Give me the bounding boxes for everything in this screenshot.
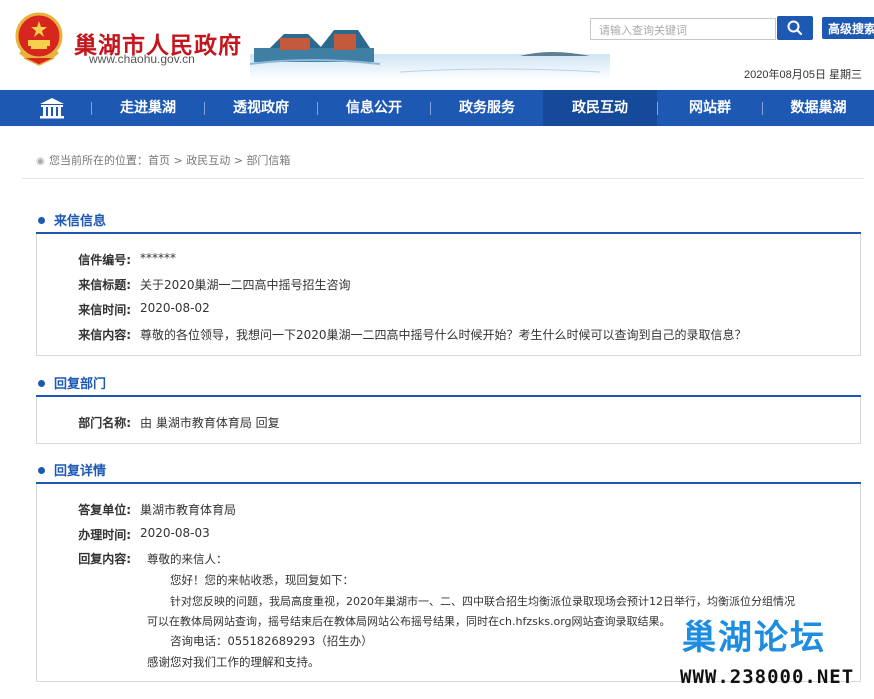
- breadcrumb: ◉ 您当前所在的位置：首页 > 政民互动 > 部门信箱: [36, 152, 290, 168]
- nav-item-services[interactable]: 政务服务: [431, 90, 543, 126]
- breadcrumb-home[interactable]: 首页: [148, 154, 170, 167]
- nav-item-info-public[interactable]: 信息公开: [318, 90, 430, 126]
- letter-time-value: 2020-08-02: [140, 301, 210, 315]
- current-date: 2020年08月05日 星期三: [744, 69, 862, 81]
- breadcrumb-separator: >: [170, 154, 187, 167]
- bullet-icon: [38, 467, 45, 474]
- breadcrumb-prefix: 您当前所在的位置：: [49, 154, 148, 167]
- letter-title-value: 关于2020巢湖一二四高中摇号招生咨询: [140, 278, 351, 292]
- breadcrumb-separator: >: [230, 154, 247, 167]
- letter-title-label: 来信标题:: [78, 278, 131, 292]
- lake-scenery-banner: [250, 30, 610, 80]
- advanced-search-button[interactable]: 高级搜索: [822, 17, 874, 39]
- reply-body-line-1: 针对您反映的问题，我局高度重视，2020年巢湖市一、二、四中联合招生均衡派位录取…: [170, 595, 795, 608]
- reply-time-value: 2020-08-03: [140, 526, 210, 540]
- national-emblem-icon: [15, 12, 63, 66]
- reply-salutation: 尊敬的来信人：: [147, 552, 228, 566]
- nav-item-interaction[interactable]: 政民互动: [543, 90, 657, 126]
- reply-greeting: 您好！您的来帖收悉，现回复如下：: [170, 573, 354, 587]
- breadcrumb-interaction[interactable]: 政民互动: [186, 154, 230, 167]
- bullet-icon: [38, 217, 45, 224]
- home-building-icon[interactable]: [38, 96, 66, 120]
- letter-content-label: 来信内容:: [78, 328, 131, 342]
- nav-item-data[interactable]: 数据巢湖: [763, 90, 874, 126]
- reply-time-label: 办理时间:: [78, 528, 131, 542]
- watermark-forum-name: 巢湖论坛: [682, 618, 826, 658]
- letter-number-value: ******: [140, 251, 176, 265]
- reply-body-line-2: 可以在教体局网站查询，摇号结束后在教体局网站公布摇号结果，同时在ch.hfzsk…: [147, 615, 671, 628]
- letter-content-value: 尊敬的各位领导，我想问一下2020巢湖一二四高中摇号什么时候开始？考生什么时候可…: [140, 328, 747, 342]
- reply-content-label: 回复内容:: [78, 552, 131, 566]
- site-url: www.chaohu.gov.cn: [89, 52, 195, 66]
- dept-name-label: 部门名称:: [78, 416, 131, 430]
- nav-item-site-group[interactable]: 网站群: [658, 90, 762, 126]
- section-title-letter-info: 来信信息: [38, 210, 106, 229]
- reply-unit-value: 巢湖市教育体育局: [140, 503, 237, 517]
- watermark-url: WWW.238000.NET: [680, 666, 855, 688]
- bullet-icon: [38, 380, 45, 387]
- search-input[interactable]: 请输入查询关键词: [590, 18, 776, 40]
- breadcrumb-dept-mailbox[interactable]: 部门信箱: [246, 154, 290, 167]
- section-title-reply-detail: 回复详情: [38, 460, 106, 479]
- search-button[interactable]: [777, 16, 813, 40]
- letter-number-label: 信件编号:: [78, 253, 131, 267]
- search-icon: [787, 20, 803, 36]
- reply-unit-label: 答复单位:: [78, 503, 131, 517]
- reply-closing: 感谢您对我们工作的理解和支持。: [147, 655, 320, 669]
- reply-phone: 咨询电话：05518268929​3（招生办）: [170, 634, 373, 648]
- location-pin-icon: ◉: [36, 156, 45, 167]
- main-nav: 走进巢湖 透视政府 信息公开 政务服务 政民互动 网站群 数据巢湖: [0, 90, 874, 126]
- letter-time-label: 来信时间:: [78, 303, 131, 317]
- dept-name-value: 由 巢湖市教育体育局 回复: [140, 416, 280, 430]
- nav-item-about[interactable]: 走进巢湖: [92, 90, 204, 126]
- site-header: 巢湖市人民政府 www.chaohu.gov.cn 请输入查询关键词 高级搜索 …: [0, 0, 874, 90]
- section-title-reply-dept: 回复部门: [38, 373, 106, 392]
- divider: [22, 178, 864, 179]
- forum-watermark: 巢湖论坛 WWW.238000.NET: [676, 610, 874, 699]
- nav-item-government[interactable]: 透视政府: [205, 90, 317, 126]
